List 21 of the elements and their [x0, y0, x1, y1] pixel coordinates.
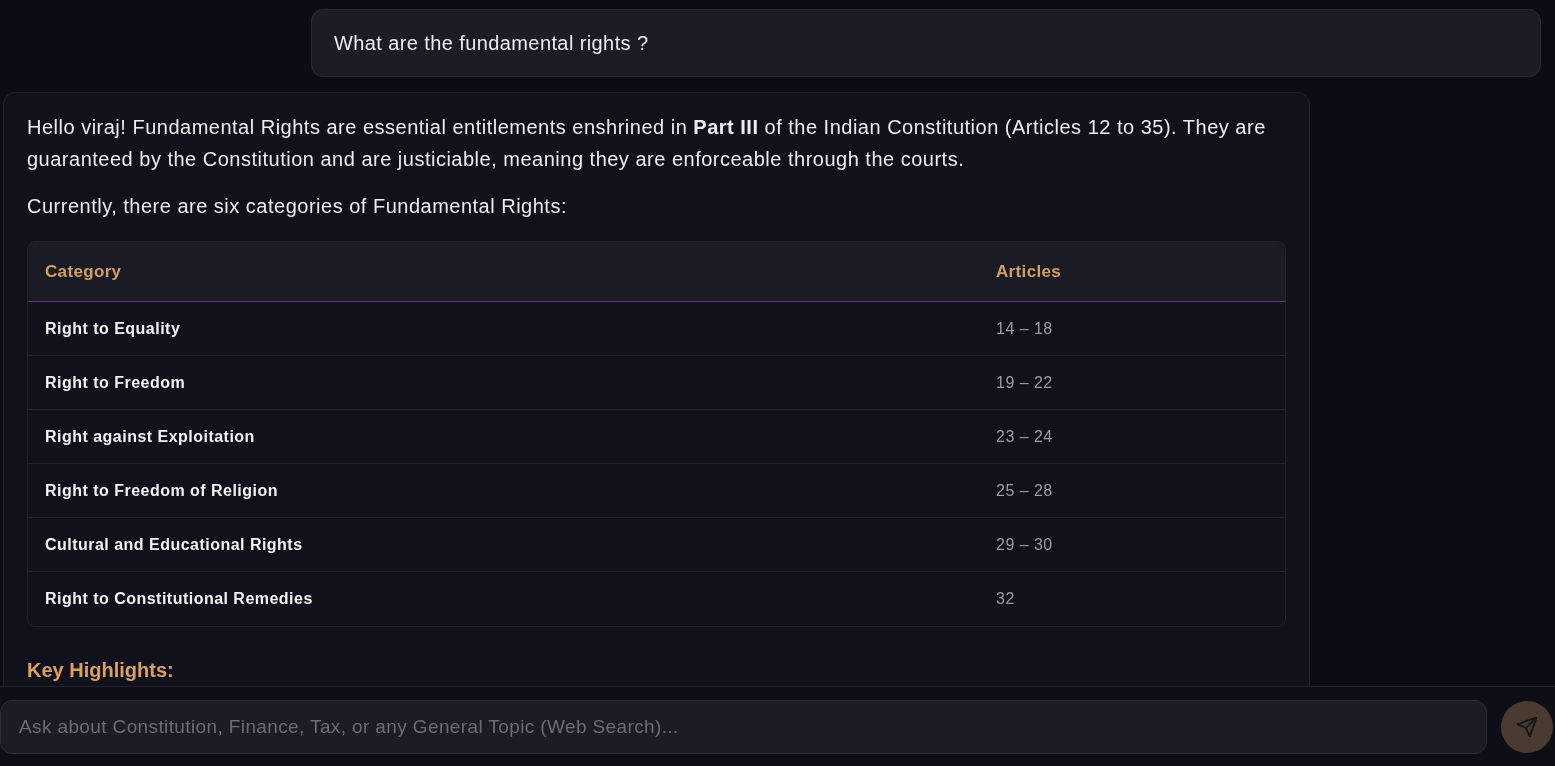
- table-cell-text: Right to Freedom of Religion: [44, 480, 279, 501]
- table-cell-text: 29 – 30: [995, 534, 1054, 555]
- table-cell-text: 25 – 28: [995, 480, 1054, 501]
- send-icon: [1517, 716, 1537, 737]
- table-cell-text: Right to Freedom: [44, 372, 187, 393]
- column-header: Articles: [995, 260, 1063, 283]
- message-paragraph: Currently, there are six categories of Fundamental Rights:: [27, 194, 568, 219]
- table-cell-text: 19 – 22: [995, 372, 1054, 393]
- section-heading: Key Highlights:: [27, 658, 175, 683]
- table-cell-text: Cultural and Educational Rights: [44, 534, 304, 555]
- table-cell-text: Right to Constitutional Remedies: [44, 589, 314, 609]
- table-cell-text: 23 – 24: [995, 426, 1054, 447]
- message-paragraph: Hello viraj! Fundamental Rights are essential entitlements enshrined in Part III of the Indian Constitution (Articles 12 to 35). They are guaranteed by the Constitution and are justiciable, meaning they are enforceable through the courts.: [27, 115, 1267, 172]
- column-header: Category: [44, 260, 123, 283]
- user-message-text: What are the fundamental rights ?: [334, 31, 649, 56]
- table-cell-text: 14 – 18: [995, 318, 1054, 339]
- send-button[interactable]: [1501, 700, 1553, 753]
- table-cell-text: 32: [995, 589, 1016, 609]
- table-cell-text: Right against Exploitation: [44, 426, 256, 447]
- table-cell-text: Right to Equality: [44, 318, 182, 339]
- message-input[interactable]: Ask about Constitution, Finance, Tax, or any General Topic (Web Search)...: [0, 699, 1487, 754]
